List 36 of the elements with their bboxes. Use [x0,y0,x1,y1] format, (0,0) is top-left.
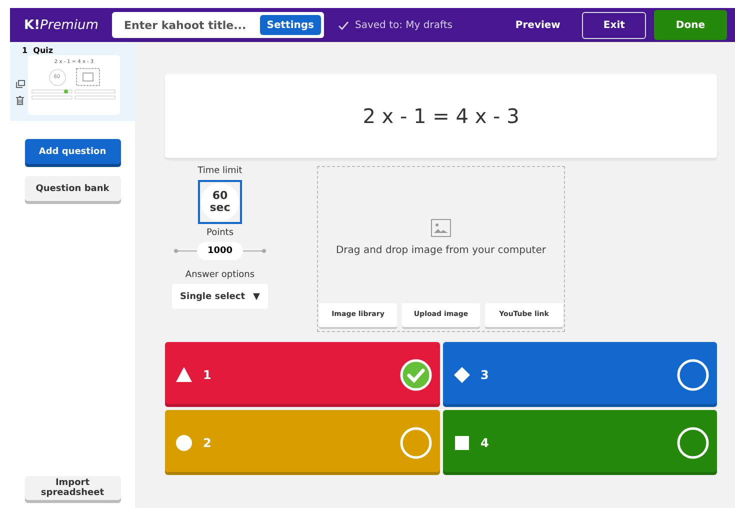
preview-button[interactable]: Preview [501,12,574,38]
answer-options-label: Answer options [185,270,255,280]
question-field[interactable]: 2 x - 1 = 4 x - 3 [165,74,717,158]
add-question-button[interactable]: Add question [24,139,120,164]
title-field[interactable]: Enter kahoot title... Settings [112,12,324,38]
done-button[interactable]: Done [654,10,727,40]
time-limit-control[interactable]: 60 sec [198,180,242,224]
empty-circle-icon[interactable] [677,358,709,390]
triangle-icon [175,366,193,384]
time-limit-label: Time limit [198,166,242,176]
logo: K!Premium [24,18,100,32]
duplicate-icon[interactable] [16,80,25,88]
points-label: Points [206,228,234,238]
square-icon [452,434,470,452]
image-icon [430,218,451,236]
image-placeholder-icon [76,68,100,86]
settings-button[interactable]: Settings [260,15,321,35]
question-bank-button[interactable]: Question bank [24,176,120,201]
slide-label: 1 Quiz [22,46,54,55]
circle-icon [175,434,193,452]
drop-hint: Drag and drop image from your computer [336,244,546,256]
checked-circle-icon[interactable] [400,358,432,390]
diamond-icon [452,366,470,384]
trash-icon[interactable] [16,96,24,104]
empty-circle-icon[interactable] [677,426,709,458]
answer-option[interactable]: 4 [442,410,717,475]
points-control[interactable]: 1000 [197,242,243,260]
import-spreadsheet-button[interactable]: Import spreadsheet [24,476,120,500]
answer-option[interactable]: 3 [442,342,717,407]
saved-status: Saved to: My drafts [355,20,452,30]
slider-line-icon [173,248,198,254]
exit-button[interactable]: Exit [582,12,646,38]
slider-line-icon [242,248,267,254]
answer-option[interactable]: 1 [165,342,440,407]
check-icon [338,20,349,30]
answer-options-dropdown[interactable]: Single select ▼ [172,284,268,309]
